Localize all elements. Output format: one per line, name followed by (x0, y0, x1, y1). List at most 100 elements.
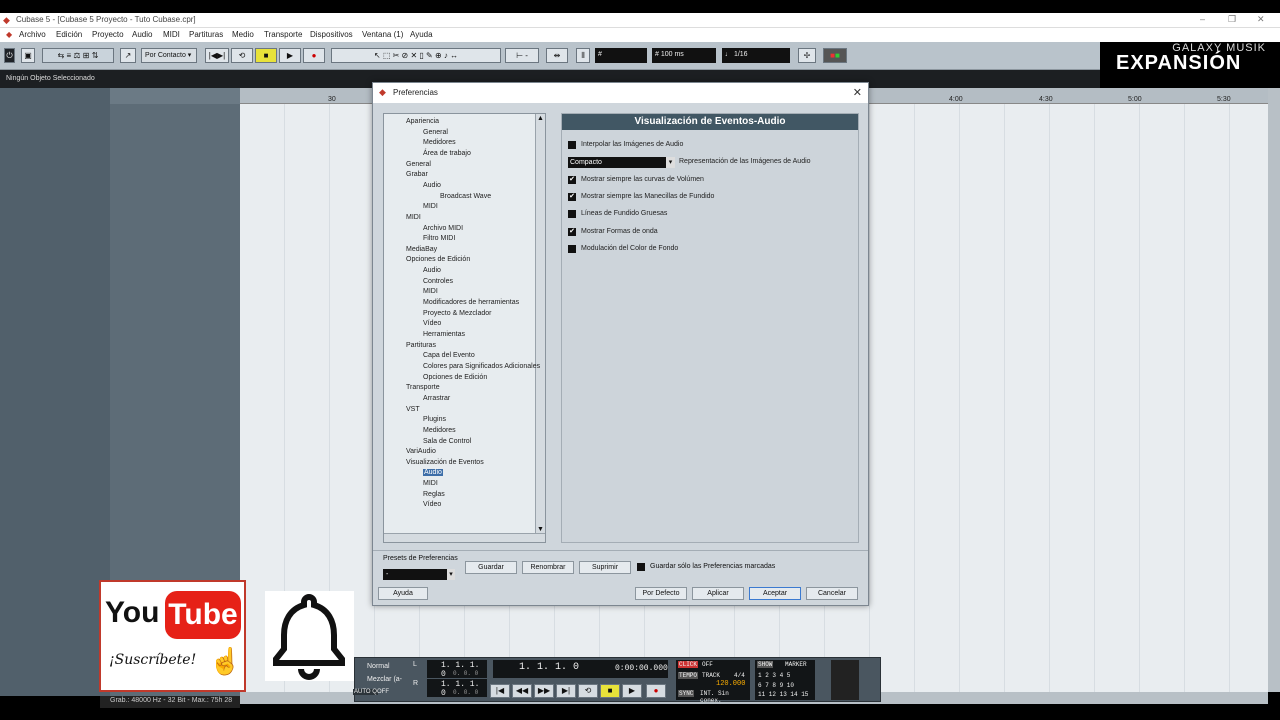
checkbox[interactable]: ✔ (568, 176, 576, 184)
click-button[interactable]: CLICK (678, 661, 699, 668)
tree-item[interactable]: Sala de Control (423, 438, 471, 445)
tree-item[interactable]: Modificadores de herramientas (423, 299, 519, 306)
snap-mode-select[interactable]: Por Contacto ▾ (141, 48, 197, 63)
play-icon[interactable]: ▶ (622, 684, 642, 698)
tree-item[interactable]: MIDI (423, 288, 438, 295)
menu-proyecto[interactable]: Proyecto (92, 30, 124, 39)
constrain-delay-icon[interactable]: ▣ (21, 48, 35, 63)
marker-row[interactable]: 11 12 13 14 15 (758, 691, 808, 698)
minimize-button[interactable]: – (1200, 14, 1205, 24)
tree-item[interactable]: Apariencia (406, 118, 439, 125)
tree-item[interactable]: Filtro MIDI (423, 235, 455, 242)
quantize-time-select[interactable]: # 100 ms (652, 48, 716, 63)
tree-item[interactable]: VariAudio (406, 448, 436, 455)
help-button[interactable]: Ayuda (378, 587, 428, 600)
tree-item[interactable]: MIDI (406, 214, 421, 221)
tree-item[interactable]: Partituras (406, 342, 436, 349)
menu-dispositivos[interactable]: Dispositivos (310, 30, 353, 39)
quantize-grid-select[interactable]: ♩ 1/16 (722, 48, 790, 63)
checkbox[interactable]: ✔ (568, 193, 576, 201)
show-button[interactable]: SHOW (757, 661, 774, 668)
tree-item[interactable]: Grabar (406, 171, 428, 178)
tree-item[interactable]: Área de trabajo (423, 150, 471, 157)
tree-item[interactable]: Proyecto & Mezclador (423, 310, 491, 317)
menu-partituras[interactable]: Partituras (189, 30, 223, 39)
scroll-down-icon[interactable]: ▼ (537, 526, 544, 533)
tree-item[interactable]: Transporte (406, 384, 440, 391)
vertical-scrollbar[interactable] (1268, 88, 1280, 692)
suprimir-button[interactable]: Suprimir (579, 561, 631, 574)
tree-item[interactable]: MIDI (423, 480, 438, 487)
tree-item[interactable]: Arrastrar (423, 395, 450, 402)
tree-item[interactable]: Opciones de Edición (423, 374, 487, 381)
menu-ventana[interactable]: Ventana (1) (362, 30, 403, 39)
marker-row[interactable]: 1 2 3 4 5 (758, 672, 790, 679)
tempo-button[interactable]: TEMPO (678, 672, 699, 679)
tree-item[interactable]: VST (406, 406, 420, 413)
goto-start-icon[interactable]: |◀ (490, 684, 510, 698)
color-palette-icon[interactable]: ■■ (823, 48, 847, 63)
edit-tools-icon[interactable]: ↖ ⬚ ✂ ⊘ ✕ ▯ ✎ ⊕ ♪ ↔ (331, 48, 501, 63)
cycle-icon[interactable]: ⟲ (231, 48, 253, 63)
record-mode[interactable]: Normal (367, 663, 390, 670)
tree-item[interactable]: Broadcast Wave (440, 193, 491, 200)
record-icon[interactable]: ● (303, 48, 325, 63)
tree-item[interactable]: Reglas (423, 491, 445, 498)
menu-medio[interactable]: Medio (232, 30, 254, 39)
record-icon[interactable]: ● (646, 684, 666, 698)
tree-item[interactable]: Medidores (423, 139, 456, 146)
checkbox[interactable] (568, 245, 576, 253)
close-dialog-button[interactable]: ✕ (853, 86, 862, 99)
tree-item[interactable]: Audio (423, 267, 441, 274)
tree-item[interactable]: Controles (423, 278, 453, 285)
checkbox[interactable] (568, 210, 576, 218)
menu-archivo[interactable]: Archivo (19, 30, 46, 39)
snap-icon[interactable]: ⇹ (546, 48, 568, 63)
menu-edicion[interactable]: Edición (56, 30, 82, 39)
menu-transporte[interactable]: Transporte (264, 30, 302, 39)
checkbox[interactable]: ✔ (568, 228, 576, 236)
restore-button[interactable]: ❐ (1228, 14, 1236, 25)
automation-tools-icon[interactable]: ⇆ ≡ ⚖ ⊞ ⇅ (42, 48, 114, 63)
tree-horizontal-scrollbar[interactable] (384, 533, 545, 542)
tree-item[interactable]: Capa del Evento (423, 352, 475, 359)
presets-select[interactable]: - ▾ (383, 569, 455, 580)
marker-row[interactable]: 6 7 8 9 10 (758, 682, 794, 689)
tree-item[interactable]: Vídeo (423, 501, 441, 508)
sync-button[interactable]: SYNC (678, 690, 695, 697)
tree-item[interactable]: Colores para Significados Adicionales (423, 363, 540, 370)
guardar-button[interactable]: Guardar (465, 561, 517, 574)
tree-item[interactable]: Visualización de Eventos (406, 459, 484, 466)
stop-icon[interactable]: ■ (255, 48, 277, 63)
tree-item[interactable]: Vídeo (423, 320, 441, 327)
tree-item[interactable]: Opciones de Edición (406, 256, 470, 263)
quantize-panel-icon[interactable]: ✢ (798, 48, 816, 63)
activate-project-icon[interactable]: ⏻ (4, 48, 15, 63)
default-button[interactable]: Por Defecto (635, 587, 687, 600)
forward-icon[interactable]: ▶▶ (534, 684, 554, 698)
position-display[interactable]: 1. 1. 1. 0 0:00:00.000 (493, 660, 668, 678)
apply-button[interactable]: Aplicar (692, 587, 744, 600)
auto-quantize[interactable]: AUTO Q (353, 689, 378, 695)
auto-fade-icon[interactable]: ⊢ - (505, 48, 539, 63)
tree-item[interactable]: MediaBay (406, 246, 437, 253)
cancel-button[interactable]: Cancelar (806, 587, 858, 600)
right-locator-display[interactable]: 1. 1. 1. 0 0. 0. 0 (427, 679, 487, 698)
grid-type-select[interactable]: # (595, 48, 647, 63)
tree-item[interactable]: General (406, 161, 431, 168)
menu-midi[interactable]: MIDI (163, 30, 180, 39)
renombrar-button[interactable]: Renombrar (522, 561, 574, 574)
waveform-representation-select[interactable]: Compacto ▾ (568, 157, 675, 168)
checkbox[interactable] (568, 141, 576, 149)
tree-item[interactable]: Medidores (423, 427, 456, 434)
cycle-icon[interactable]: ⟲ (578, 684, 598, 698)
left-locator-display[interactable]: 1. 1. 1. 0 0. 0. 0 (427, 660, 487, 679)
tree-item[interactable]: Audio (423, 469, 443, 477)
goto-end-icon[interactable]: ▶| (556, 684, 576, 698)
menu-ayuda[interactable]: Ayuda (410, 30, 433, 39)
preferences-tree[interactable]: ▲ ▼ Apariencia General Medidores Área de tr… (383, 113, 546, 543)
stop-icon[interactable]: ■ (600, 684, 620, 698)
snap-zero-icon[interactable]: ⫴ (576, 48, 590, 63)
tree-item[interactable]: Herramientas (423, 331, 465, 338)
goto-start-icon[interactable]: |◀▶| (205, 48, 229, 63)
